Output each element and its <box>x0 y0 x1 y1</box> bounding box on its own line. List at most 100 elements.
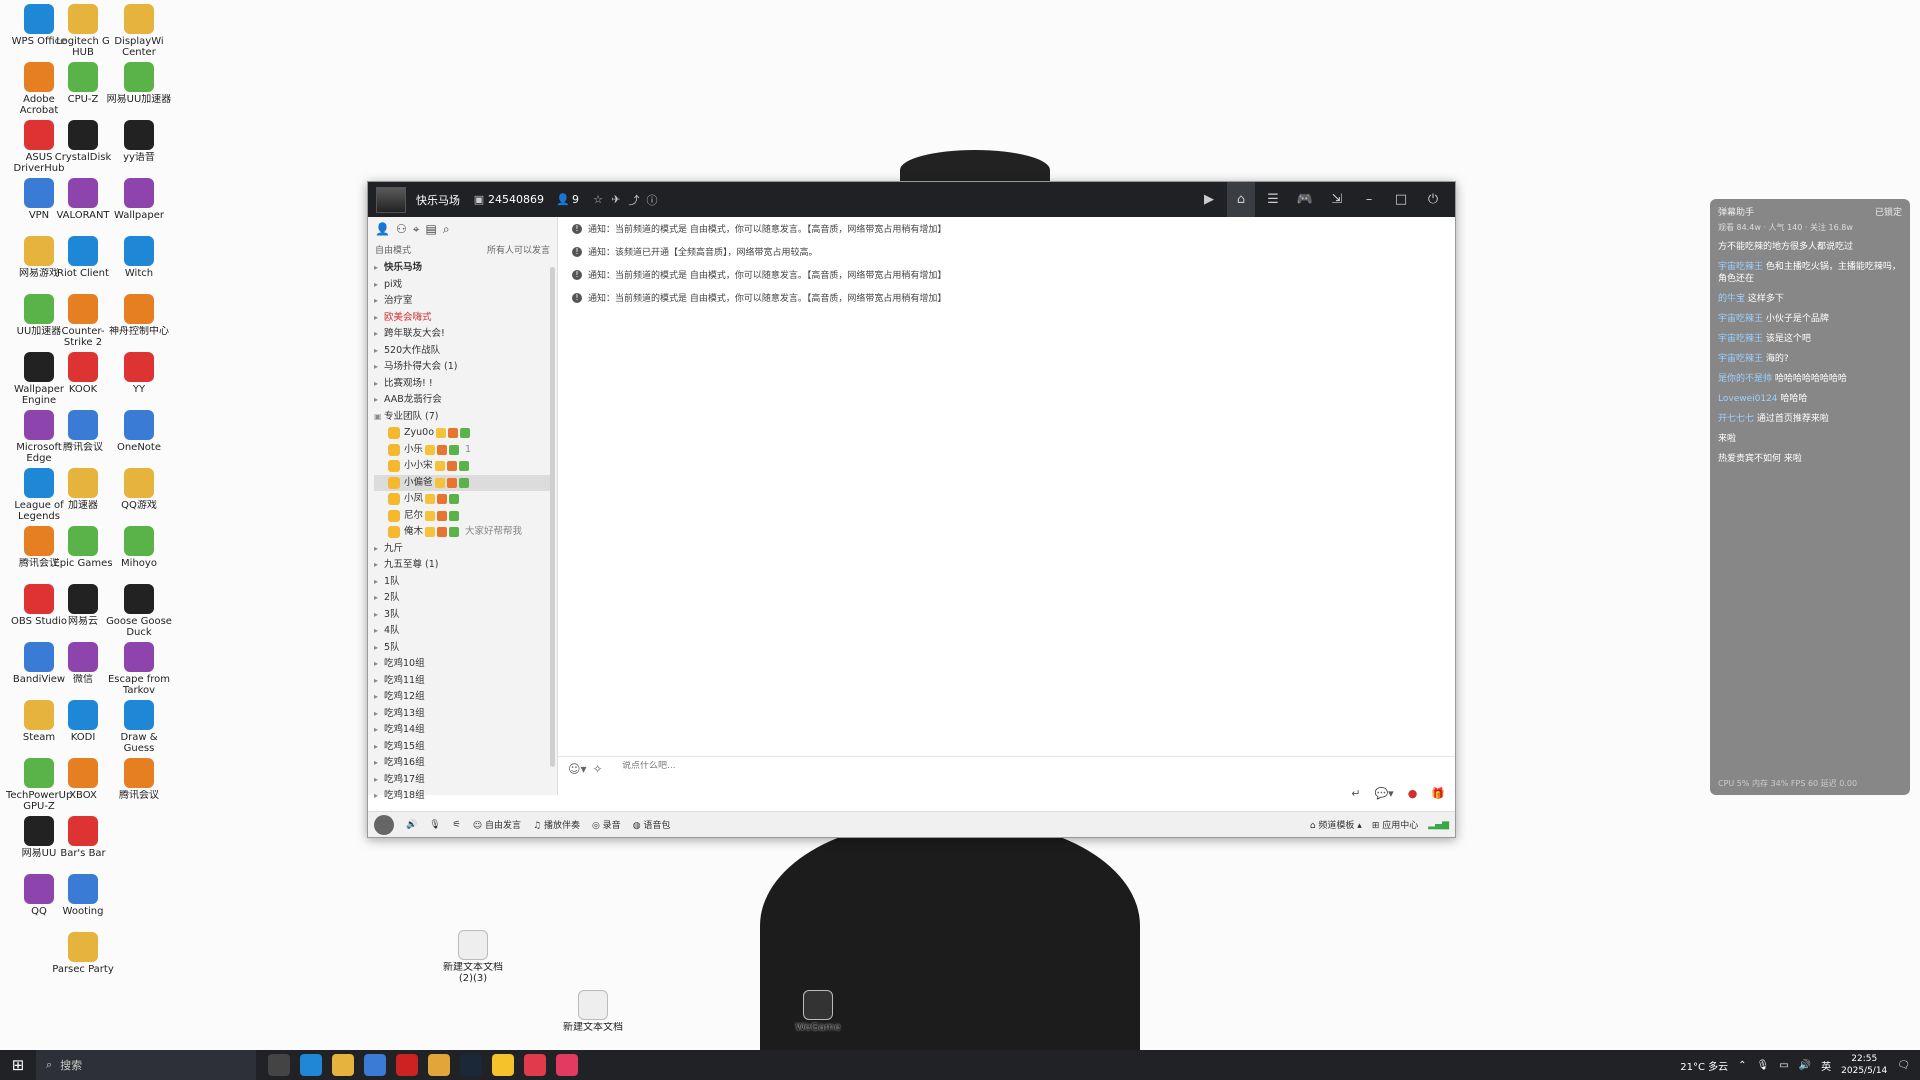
channel-user[interactable]: 尼尔 <box>374 508 551 525</box>
channel-user[interactable]: 俺木 大家好帮帮我 <box>374 524 551 541</box>
accompany-button[interactable]: ♫ 播放伴奏 <box>533 818 580 831</box>
tree-toggle-icon[interactable]: ▸ <box>374 607 384 624</box>
chat-bubble-icon[interactable]: 💬▾ <box>1374 787 1393 800</box>
task-view-icon[interactable] <box>268 1054 290 1076</box>
desktop-icon[interactable]: Witch <box>106 236 172 290</box>
enter-icon[interactable]: ↵ <box>1351 787 1360 800</box>
desktop-icon[interactable]: WeGame <box>785 990 851 1044</box>
tree-toggle-icon[interactable]: ▸ <box>374 788 384 805</box>
message-input[interactable] <box>622 761 1222 771</box>
emoji-icon[interactable]: ☺▾ <box>568 762 587 776</box>
chrome-icon[interactable] <box>428 1054 450 1076</box>
valorant-icon[interactable] <box>524 1054 546 1076</box>
network-icon[interactable]: ▭ <box>1779 1060 1788 1071</box>
tree-toggle-icon[interactable]: ▸ <box>374 376 384 393</box>
desktop-icon[interactable]: 新建文本文档 <box>560 990 626 1044</box>
channel-item[interactable]: ▸ 吃鸡14组 <box>374 722 551 739</box>
channel-item[interactable]: ▸ 跨年联友大会! <box>374 326 551 343</box>
app-center-button[interactable]: ⊞ 应用中心 <box>1372 818 1418 831</box>
magic-icon[interactable]: ✧ <box>593 762 603 776</box>
channel-item[interactable]: ▸ 吃鸡11组 <box>374 673 551 690</box>
gift-icon[interactable]: 🎁 <box>1431 787 1445 800</box>
netease-icon[interactable] <box>396 1054 418 1076</box>
tree-toggle-icon[interactable]: ▸ <box>374 541 384 558</box>
close-icon[interactable]: ⏻ <box>1419 192 1447 207</box>
desktop-icon[interactable]: 新建文本文档 (2)(3) <box>440 930 506 984</box>
notification-icon[interactable]: 🗨 <box>1897 1060 1910 1071</box>
channel-item[interactable]: ▸ 比赛观场! ! <box>374 376 551 393</box>
pin-icon[interactable]: ✈ <box>607 193 625 206</box>
notes-icon[interactable]: ▤ <box>425 222 436 236</box>
desktop-icon[interactable]: 神舟控制中心 <box>106 294 172 348</box>
tree-toggle-icon[interactable]: ▸ <box>374 739 384 756</box>
channel-item[interactable]: ▸ 3队 <box>374 607 551 624</box>
list-icon[interactable]: ☰ <box>1259 192 1287 207</box>
free-speak-button[interactable]: ☺ 自由发言 <box>473 818 521 831</box>
info-icon[interactable]: ⓘ <box>643 192 661 208</box>
channel-user[interactable]: 小乐 1 <box>374 442 551 459</box>
channel-item[interactable]: ▸ 吃鸡17组 <box>374 772 551 789</box>
record-button[interactable]: ◎ 录音 <box>592 818 621 831</box>
tree-toggle-icon[interactable]: ▸ <box>374 326 384 343</box>
tree-toggle-icon[interactable]: ▸ <box>374 293 384 310</box>
mic-tray-icon[interactable]: 🎙 <box>1757 1060 1770 1071</box>
tree-toggle-icon[interactable]: ▸ <box>374 689 384 706</box>
mic-status-icon[interactable]: ● <box>1408 787 1418 800</box>
desktop-icon[interactable]: Draw & Guess <box>106 700 172 754</box>
overlay-lock[interactable]: 已锁定 <box>1875 205 1902 218</box>
user-icon[interactable]: 👤 <box>375 222 390 236</box>
tree-toggle-icon[interactable]: ▸ <box>374 557 384 574</box>
mixer-icon[interactable]: ⚟ <box>453 820 461 830</box>
my-avatar[interactable] <box>374 814 394 835</box>
desktop-icon[interactable]: Goose Goose Duck <box>106 584 172 638</box>
channel-item[interactable]: ▸ 吃鸡12组 <box>374 689 551 706</box>
file-explorer-icon[interactable] <box>332 1054 354 1076</box>
group-icon[interactable]: ⚇ <box>396 222 407 236</box>
tree-toggle-icon[interactable]: ▸ <box>374 623 384 640</box>
mic-icon[interactable]: 🎙 <box>429 820 440 830</box>
channel-item[interactable]: ▸ 马场扑得大会 (1) <box>374 359 551 376</box>
desktop-icon[interactable]: 腾讯会议 <box>106 758 172 812</box>
channel-item[interactable]: ▸ 吃鸡13组 <box>374 706 551 723</box>
voice-pack-button[interactable]: ◍ 语音包 <box>633 818 671 831</box>
yy-icon[interactable] <box>492 1054 514 1076</box>
tree-toggle-icon[interactable]: ▸ <box>374 673 384 690</box>
channel-item[interactable]: ▸ 九斤 <box>374 541 551 558</box>
taskbar-search[interactable]: ⌕ 搜索 <box>36 1050 256 1080</box>
desktop-icon[interactable]: DisplayWi Center <box>106 4 172 58</box>
channel-user[interactable]: Zyu0o <box>374 425 551 442</box>
tree-toggle-icon[interactable]: ▸ <box>374 640 384 657</box>
channel-user[interactable]: 小小宋 <box>374 458 551 475</box>
channel-item[interactable]: ▸ 吃鸡18组 <box>374 788 551 805</box>
star-icon[interactable]: ☆ <box>589 193 607 206</box>
desktop-icon[interactable]: Wooting <box>50 874 116 928</box>
minimize-icon[interactable]: – <box>1355 192 1383 207</box>
maximize-icon[interactable]: □ <box>1387 192 1415 207</box>
tree-toggle-icon[interactable]: ▸ <box>374 590 384 607</box>
desktop-icon[interactable]: Wallpaper <box>106 178 172 232</box>
channel-item[interactable]: ▸ 快乐马场 <box>374 260 551 277</box>
channel-item[interactable]: ▸ 4队 <box>374 623 551 640</box>
channel-user[interactable]: 小偏爸 <box>374 474 551 491</box>
channel-item[interactable]: ▸ AAB龙翡行会 <box>374 392 551 409</box>
channel-settings-button[interactable]: ⌂ 频道模板 ▴ <box>1310 818 1362 831</box>
desktop-icon[interactable]: Bar's Bar <box>50 816 116 870</box>
windows-start-icon[interactable]: ⊞ <box>0 1056 36 1074</box>
tree-toggle-icon[interactable]: ▸ <box>374 656 384 673</box>
desktop-icon[interactable]: YY <box>106 352 172 406</box>
app-icon[interactable] <box>556 1054 578 1076</box>
channel-item[interactable]: ▸ 治疗室 <box>374 293 551 310</box>
desktop-icon[interactable]: yy语音 <box>106 120 172 174</box>
channel-item[interactable]: ▸ pi戏 <box>374 277 551 294</box>
channel-item[interactable]: ▸ 吃鸡16组 <box>374 755 551 772</box>
channel-item[interactable]: ▣ 专业团队 (7) <box>374 409 551 426</box>
channel-item[interactable]: ▸ 520大作战队 <box>374 343 551 360</box>
channel-item[interactable]: ▸ 欧美会嗨式 <box>374 310 551 327</box>
share-icon[interactable]: ⤴ <box>625 192 643 208</box>
clock[interactable]: 22:55 2025/5/14 <box>1841 1053 1887 1077</box>
edge-icon[interactable] <box>300 1054 322 1076</box>
search-icon[interactable]: ⌕ <box>443 222 450 236</box>
channel-item[interactable]: ▸ 吃鸡10组 <box>374 656 551 673</box>
desktop-icon[interactable]: Parsec Party <box>50 932 116 986</box>
collapse-icon[interactable]: ⇲ <box>1323 192 1351 207</box>
